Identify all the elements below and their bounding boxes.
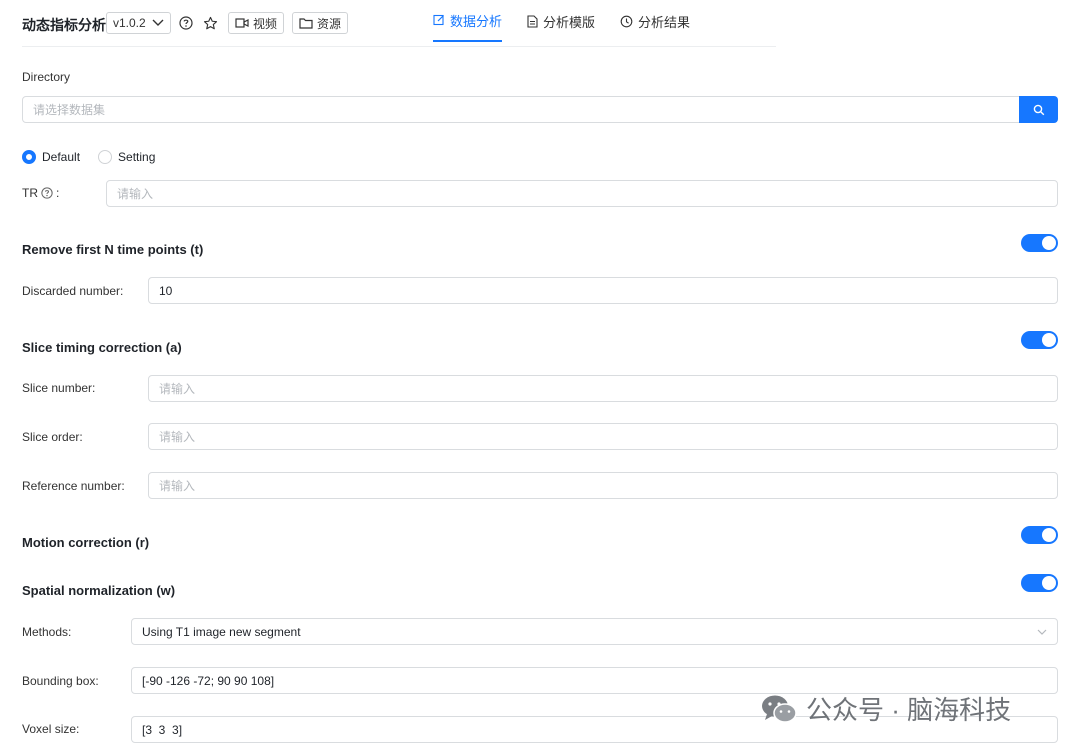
discarded-number-label: Discarded number: xyxy=(22,284,124,298)
star-icon[interactable] xyxy=(201,14,219,32)
tr-colon: : xyxy=(56,186,60,200)
tab-label: 分析模版 xyxy=(543,14,596,30)
video-button[interactable]: 视频 xyxy=(228,12,285,34)
edit-icon xyxy=(433,14,444,26)
help-icon[interactable] xyxy=(41,187,53,199)
reference-number-input[interactable]: 请输入 xyxy=(148,472,1058,499)
bounding-box-value: [-90 -126 -72; 90 90 108] xyxy=(142,673,275,688)
resource-button[interactable]: 资源 xyxy=(292,12,349,34)
slice-number-label: Slice number: xyxy=(22,381,96,395)
app-header: 动态指标分析 v1.0.2 视频 资源 数据分析 分析模版 分析结果 xyxy=(0,0,1080,46)
tab-analysis-result[interactable]: 分析结果 xyxy=(620,0,690,42)
toggle-knob xyxy=(1042,333,1056,347)
slice-order-label: Slice order: xyxy=(22,430,83,444)
section-title-slice-timing: Slice timing correction (a) xyxy=(22,340,182,355)
tr-placeholder: 请输入 xyxy=(117,187,154,201)
discarded-number-value: 10 xyxy=(159,283,173,298)
voxel-size-label: Voxel size: xyxy=(22,722,80,736)
toggle-knob xyxy=(1042,236,1056,250)
tr-input[interactable]: 请输入 xyxy=(106,180,1058,207)
app-title: 动态指标分析 xyxy=(22,17,106,33)
reference-number-label: Reference number: xyxy=(22,479,125,493)
discarded-number-input[interactable]: 10 xyxy=(148,277,1058,304)
video-icon xyxy=(235,18,249,28)
search-button[interactable] xyxy=(1019,96,1058,123)
radio-setting[interactable] xyxy=(98,150,113,164)
bounding-box-label: Bounding box: xyxy=(22,674,99,688)
reference-number-placeholder: 请输入 xyxy=(159,479,196,493)
toggle-knob xyxy=(1042,528,1056,542)
slice-order-placeholder: 请输入 xyxy=(159,430,196,444)
methods-label: Methods: xyxy=(22,625,72,639)
methods-value: Using T1 image new segment xyxy=(142,624,301,639)
tab-label: 数据分析 xyxy=(450,13,503,29)
tr-label: TR xyxy=(22,186,38,200)
history-icon xyxy=(620,15,633,27)
mode-radio-group: Default Setting xyxy=(22,150,167,164)
video-label: 视频 xyxy=(253,16,278,31)
toggle-knob xyxy=(1042,576,1056,590)
chevron-down-icon xyxy=(1037,629,1047,635)
directory-label: Directory xyxy=(22,70,71,84)
radio-default[interactable] xyxy=(22,150,36,164)
slice-order-input[interactable]: 请输入 xyxy=(148,423,1058,450)
slice-timing-toggle[interactable] xyxy=(1021,331,1058,349)
directory-placeholder: 请选择数据集 xyxy=(33,103,106,117)
remove-first-toggle[interactable] xyxy=(1021,234,1058,252)
tab-data-analysis[interactable]: 数据分析 xyxy=(433,0,503,42)
chevron-down-icon xyxy=(152,19,164,26)
watermark: 公众号 · 脑海科技 xyxy=(760,690,1011,727)
search-icon xyxy=(1033,104,1044,115)
folder-icon xyxy=(299,18,313,29)
section-title-spatial: Spatial normalization (w) xyxy=(22,583,176,598)
motion-toggle[interactable] xyxy=(1021,526,1058,544)
spatial-toggle[interactable] xyxy=(1021,574,1058,592)
tab-analysis-template[interactable]: 分析模版 xyxy=(527,0,595,42)
version-label: v1.0.2 xyxy=(113,16,146,30)
tr-label-group: TR : xyxy=(22,186,59,200)
methods-select[interactable]: Using T1 image new segment xyxy=(131,618,1058,645)
file-icon xyxy=(527,14,538,28)
directory-input[interactable]: 请选择数据集 xyxy=(22,96,1020,123)
radio-setting-label[interactable]: Setting xyxy=(118,150,155,164)
wechat-icon xyxy=(762,695,797,723)
resource-label: 资源 xyxy=(317,16,342,31)
radio-default-label[interactable]: Default xyxy=(42,150,80,164)
help-icon[interactable] xyxy=(177,14,195,32)
slice-number-input[interactable]: 请输入 xyxy=(148,375,1058,402)
slice-number-placeholder: 请输入 xyxy=(159,382,196,396)
section-title-motion: Motion correction (r) xyxy=(22,535,150,550)
version-select[interactable]: v1.0.2 xyxy=(106,12,171,34)
tab-label: 分析结果 xyxy=(638,14,691,30)
watermark-text: 公众号 · 脑海科技 xyxy=(806,695,1012,725)
section-title-remove-first: Remove first N time points (t) xyxy=(22,242,204,257)
voxel-size-value: [3 3 3] xyxy=(142,722,183,737)
header-divider xyxy=(22,46,776,47)
